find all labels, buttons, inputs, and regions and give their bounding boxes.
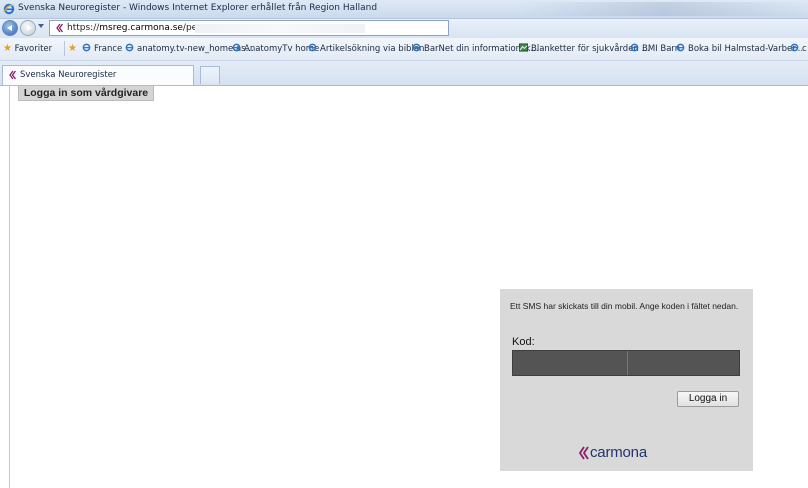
- login-as-vardgivare-button[interactable]: Logga in som vårdgivare: [18, 86, 154, 101]
- code-input[interactable]: [512, 350, 740, 376]
- favorite-item[interactable]: c: [790, 43, 807, 54]
- ie-icon: [630, 43, 639, 52]
- add-favorite-icon[interactable]: ★: [68, 43, 77, 54]
- forward-button[interactable]: [20, 20, 36, 36]
- history-dropdown-icon[interactable]: [38, 24, 44, 28]
- new-tab-button[interactable]: [200, 66, 220, 84]
- tab-bar: Svenska Neuroregister: [0, 61, 808, 86]
- favorite-item[interactable]: AnatomyTv home: [232, 43, 319, 54]
- title-bar-decoration: [520, 2, 808, 16]
- sms-login-panel: Ett SMS har skickats till din mobil. Ang…: [500, 289, 753, 471]
- favorite-item[interactable]: France: [82, 43, 122, 54]
- image-icon: [519, 43, 528, 52]
- tab-svenska-neuroregister[interactable]: Svenska Neuroregister: [2, 65, 194, 85]
- address-bar[interactable]: https://msreg.carmona.se/per: [49, 20, 449, 36]
- favorite-item[interactable]: Boka bil Halmstad-Varber...: [676, 43, 803, 54]
- favorite-item[interactable]: BMI Barn: [630, 43, 680, 54]
- login-button[interactable]: Logga in: [677, 391, 739, 407]
- ie-icon: [676, 43, 685, 52]
- page-border: [9, 86, 10, 488]
- favorites-button[interactable]: ★ Favoriter: [3, 43, 52, 54]
- tab-label: Svenska Neuroregister: [20, 70, 117, 80]
- window-title-bar[interactable]: Svenska Neuroregister - Windows Internet…: [0, 0, 808, 19]
- carmona-chevron-icon: [578, 446, 589, 460]
- separator: [64, 41, 65, 56]
- ie-logo-icon: [3, 3, 15, 15]
- window-title: Svenska Neuroregister - Windows Internet…: [18, 3, 378, 13]
- input-divider: [627, 351, 628, 375]
- ie-icon: [125, 43, 134, 52]
- ie-icon: [82, 43, 91, 52]
- ie-icon: [412, 43, 421, 52]
- favorite-item[interactable]: Artikelsökning via biblan: [308, 43, 424, 54]
- favorites-bar: ★ Favoriter ★ France anatomy.tv-new_home…: [0, 38, 808, 61]
- ie-icon: [790, 43, 799, 52]
- carmona-wordmark: carmona: [590, 444, 647, 461]
- carmona-favicon-icon: [56, 23, 64, 33]
- star-icon: ★: [3, 43, 12, 54]
- carmona-favicon-icon: [9, 70, 17, 80]
- address-obscured-region: [195, 24, 365, 33]
- ie-icon: [308, 43, 317, 52]
- code-label: Kod:: [512, 336, 535, 348]
- ie-icon: [232, 43, 241, 52]
- address-url: https://msreg.carmona.se/per: [67, 23, 201, 33]
- navigation-bar: https://msreg.carmona.se/per: [0, 19, 808, 38]
- back-button[interactable]: [2, 20, 18, 36]
- page-content: Logga in som vårdgivare Ett SMS har skic…: [0, 86, 808, 488]
- sms-message: Ett SMS har skickats till din mobil. Ang…: [510, 301, 739, 311]
